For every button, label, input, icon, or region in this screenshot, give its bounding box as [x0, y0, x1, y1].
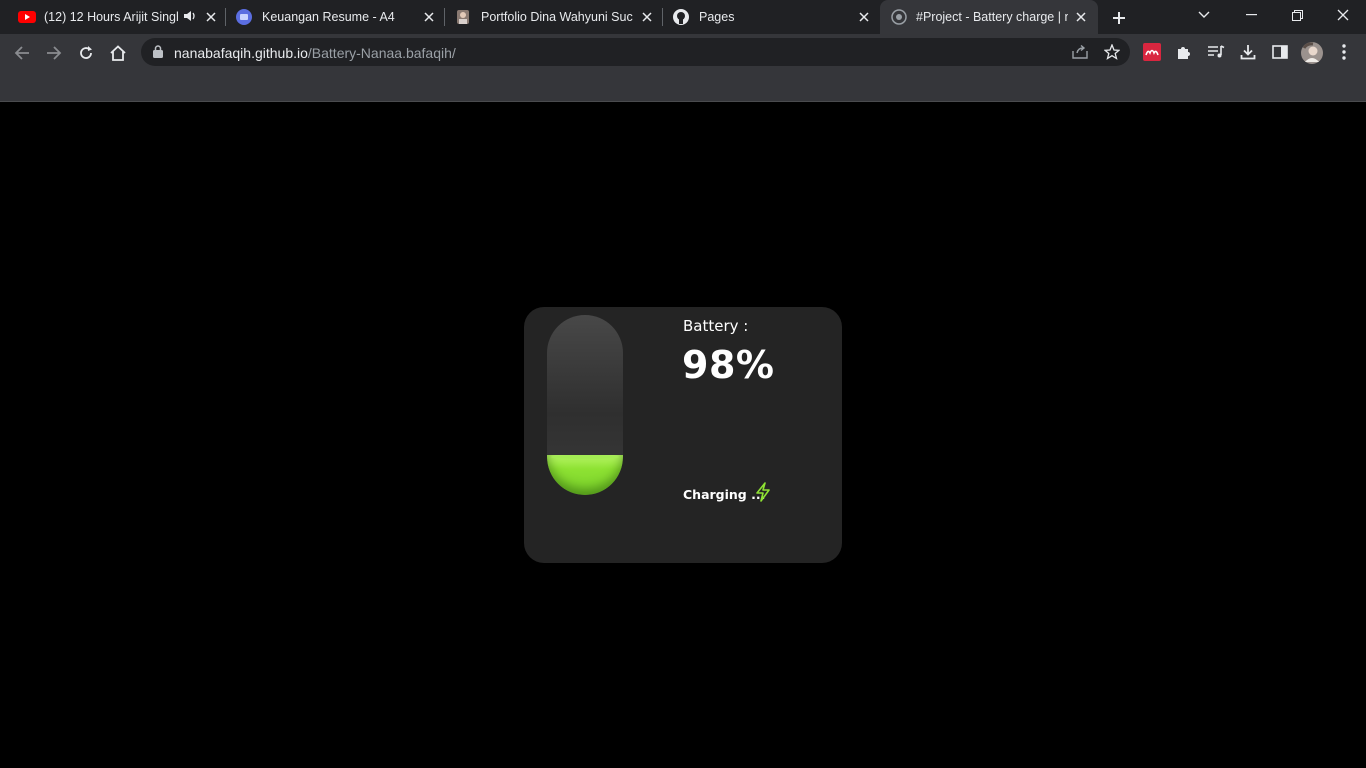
tab-portfolio[interactable]: Portfolio Dina Wahyuni Sucia: [445, 0, 663, 34]
back-button[interactable]: [10, 41, 34, 65]
github-icon: [673, 9, 689, 25]
battery-label: Battery :: [683, 317, 749, 335]
tab-keuangan-resume[interactable]: Keuangan Resume - A4: [226, 0, 445, 34]
browser-toolbar: nanabafaqih.github.io/Battery-Nanaa.bafa…: [0, 34, 1366, 71]
download-icon[interactable]: [1238, 42, 1258, 62]
mendeley-extension-icon[interactable]: [1142, 42, 1162, 62]
battery-percentage: 98%: [682, 343, 775, 387]
restore-button[interactable]: [1274, 0, 1320, 30]
battery-card: Battery : 98% Charging ...: [524, 307, 842, 563]
tab-title: #Project - Battery charge | na: [916, 10, 1068, 24]
globe-icon: [891, 9, 907, 25]
url-text: nanabafaqih.github.io/Battery-Nanaa.bafa…: [174, 45, 456, 61]
close-icon[interactable]: [203, 9, 219, 25]
close-icon[interactable]: [421, 9, 437, 25]
media-control-icon[interactable]: [1206, 42, 1226, 62]
menu-kebab-icon[interactable]: [1334, 42, 1354, 62]
extensions-puzzle-icon[interactable]: [1174, 42, 1194, 62]
url-path: /Battery-Nanaa.bafaqih/: [307, 45, 456, 61]
address-bar[interactable]: nanabafaqih.github.io/Battery-Nanaa.bafa…: [141, 38, 1130, 66]
tab-title: Pages: [699, 10, 735, 24]
tab-search-button[interactable]: [1181, 0, 1227, 30]
profile-avatar[interactable]: [1300, 41, 1324, 65]
document-icon: [236, 9, 252, 25]
tab-strip: (12) 12 Hours Arijit Singh Keuangan Resu…: [0, 0, 1366, 34]
tab-title: (12) 12 Hours Arijit Singh: [44, 10, 178, 24]
tab-youtube[interactable]: (12) 12 Hours Arijit Singh: [8, 0, 226, 34]
tab-github-pages[interactable]: Pages: [663, 0, 880, 34]
lightning-bolt-icon: [754, 482, 772, 502]
tab-title: Keuangan Resume - A4: [262, 10, 395, 24]
share-icon[interactable]: [1071, 43, 1089, 61]
speaker-icon[interactable]: [184, 10, 197, 25]
new-tab-button[interactable]: [1108, 7, 1130, 29]
close-icon[interactable]: [856, 9, 872, 25]
youtube-icon: [18, 9, 36, 25]
avatar-icon: [455, 9, 471, 25]
battery-pill: [547, 315, 623, 495]
close-icon[interactable]: [1073, 9, 1089, 25]
close-icon[interactable]: [639, 9, 655, 25]
battery-level-fill: [547, 455, 623, 495]
tab-title: Portfolio Dina Wahyuni Sucia: [481, 10, 633, 24]
bookmarks-bar: [0, 71, 1366, 102]
bookmark-star-icon[interactable]: [1103, 43, 1121, 61]
reload-button[interactable]: [74, 41, 98, 65]
forward-button[interactable]: [42, 41, 66, 65]
lock-icon[interactable]: [153, 45, 163, 63]
close-window-button[interactable]: [1320, 0, 1366, 30]
charging-status: Charging ...: [683, 487, 766, 502]
home-button[interactable]: [106, 41, 130, 65]
minimize-button[interactable]: [1228, 0, 1274, 30]
tab-battery-project[interactable]: #Project - Battery charge | na: [880, 0, 1098, 34]
page-content: Battery : 98% Charging ...: [0, 103, 1366, 768]
url-host: nanabafaqih.github.io: [174, 45, 308, 61]
side-panel-icon[interactable]: [1270, 42, 1290, 62]
